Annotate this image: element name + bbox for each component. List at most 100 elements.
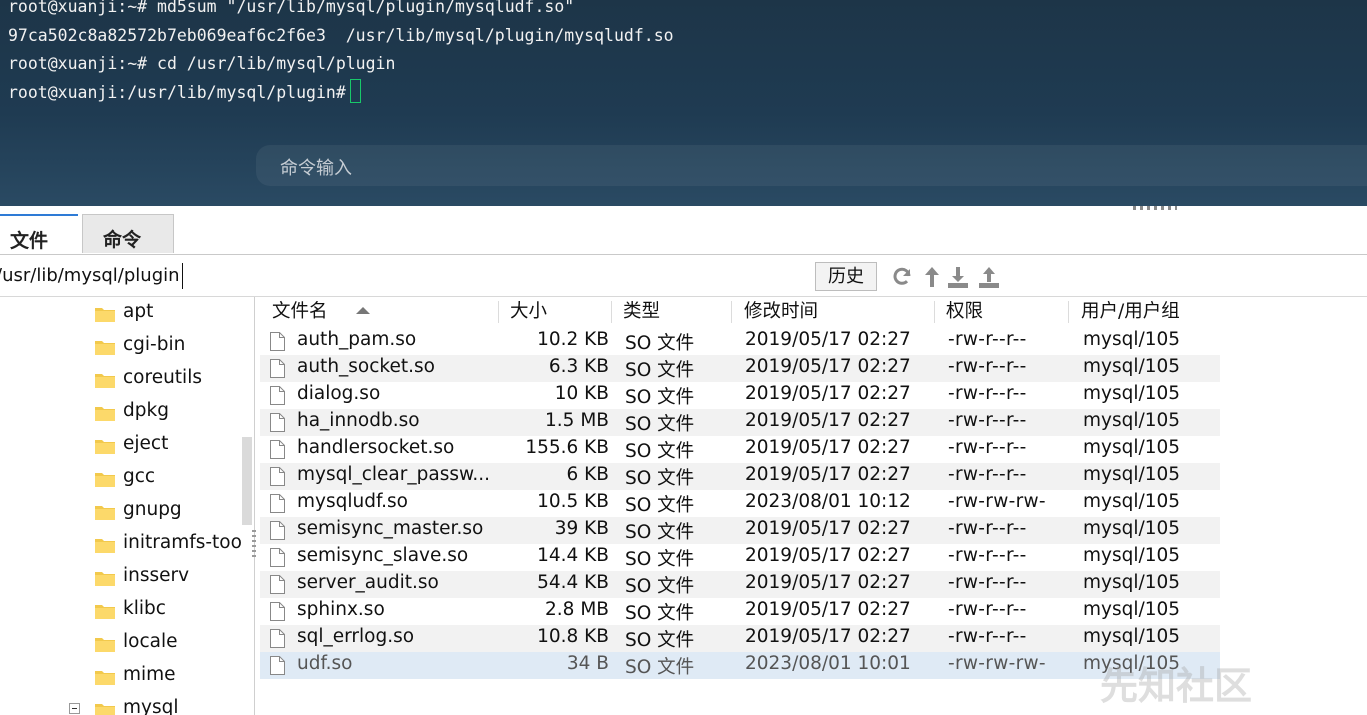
file-permissions-cell: -rw-r--r-- [948, 437, 1027, 458]
column-divider[interactable] [611, 301, 612, 323]
file-type-cell: SO 文件 [625, 522, 695, 543]
up-directory-icon[interactable] [920, 265, 944, 289]
file-permissions-cell: -rw-r--r-- [948, 329, 1027, 350]
file-icon [270, 359, 285, 378]
file-type-cell: SO 文件 [625, 414, 695, 435]
path-bar: /usr/lib/mysql/plugin 历史 [0, 255, 1367, 297]
file-permissions-cell: -rw-r--r-- [948, 572, 1027, 593]
file-row[interactable]: udf.so 34 B SO 文件 2023/08/01 10:01 -rw-rw-rw… [260, 652, 1220, 679]
tree-item-label: gcc [123, 466, 156, 487]
path-input[interactable]: /usr/lib/mysql/plugin [0, 263, 183, 289]
column-divider[interactable] [498, 301, 499, 323]
file-icon [270, 413, 285, 432]
column-header-modified[interactable]: 修改时间 [744, 297, 818, 327]
file-permissions-cell: -rw-rw-rw- [948, 491, 1046, 512]
file-row[interactable]: dialog.so 10 KB SO 文件 2019/05/17 02:27 -rw-r… [260, 382, 1220, 409]
file-modified-cell: 2019/05/17 02:27 [745, 518, 911, 539]
file-icon [270, 521, 285, 540]
tree-item-label: initramfs-too [123, 532, 242, 553]
folder-icon [95, 341, 115, 355]
download-icon[interactable] [946, 265, 970, 289]
file-list[interactable]: 文件名 大小 类型 修改时间 权限 用户/用户组 auth_pam.so 10.2… [260, 297, 1367, 715]
file-name-cell: server_audit.so [297, 572, 439, 593]
file-owner-cell: mysql/105 [1083, 491, 1181, 512]
folder-icon [95, 539, 115, 553]
terminal-prompt-line: root@xuanji:/usr/lib/mysql/plugin# [8, 78, 674, 108]
file-permissions-cell: -rw-r--r-- [948, 383, 1027, 404]
tree-item-label: dpkg [123, 400, 169, 421]
file-row[interactable]: mysqludf.so 10.5 KB SO 文件 2023/08/01 10:12 -… [260, 490, 1220, 517]
file-row[interactable]: auth_pam.so 10.2 KB SO 文件 2019/05/17 02:27 -… [260, 328, 1220, 355]
file-name-cell: auth_pam.so [297, 329, 417, 350]
file-permissions-cell: -rw-r--r-- [948, 545, 1027, 566]
upload-icon[interactable] [977, 265, 1001, 289]
file-size-cell: 10.5 KB [537, 491, 609, 512]
file-name-cell: sql_errlog.so [297, 626, 415, 647]
file-icon [270, 467, 285, 486]
file-owner-cell: mysql/105 [1083, 545, 1181, 566]
file-type-cell: SO 文件 [625, 576, 695, 597]
column-header-size[interactable]: 大小 [510, 297, 547, 327]
file-size-cell: 6.3 KB [548, 356, 609, 377]
terminal-cursor [349, 78, 361, 103]
file-row[interactable]: sql_errlog.so 10.8 KB SO 文件 2019/05/17 02:2… [260, 625, 1220, 652]
file-owner-cell: mysql/105 [1083, 518, 1181, 539]
file-icon [270, 440, 285, 459]
sort-ascending-icon [356, 307, 370, 314]
tab-commands[interactable]: 命令 [82, 214, 174, 253]
file-modified-cell: 2019/05/17 02:27 [745, 572, 911, 593]
file-type-cell: SO 文件 [625, 387, 695, 408]
file-row[interactable]: handlersocket.so 155.6 KB SO 文件 2019/05/17 … [260, 436, 1220, 463]
tree-item-label: mysql [123, 697, 179, 715]
file-modified-cell: 2023/08/01 10:12 [745, 491, 911, 512]
refresh-icon[interactable] [890, 265, 914, 289]
column-header-owner[interactable]: 用户/用户组 [1081, 297, 1180, 327]
column-header-permissions[interactable]: 权限 [946, 297, 983, 327]
tab-files[interactable]: 文件 [0, 214, 78, 253]
file-icon [270, 386, 285, 405]
folder-icon [95, 605, 115, 619]
file-name-cell: handlersocket.so [297, 437, 455, 458]
command-input[interactable]: 命令输入 [256, 145, 1367, 186]
file-row[interactable]: semisync_master.so 39 KB SO 文件 2019/05/17 0… [260, 517, 1220, 544]
terminal-prompt: root@xuanji:/usr/lib/mysql/plugin# [8, 82, 346, 102]
file-icon [270, 332, 285, 351]
column-header-name[interactable]: 文件名 [272, 297, 370, 327]
collapse-icon[interactable] [69, 703, 80, 714]
file-modified-cell: 2023/08/01 10:01 [745, 653, 911, 674]
file-type-cell: SO 文件 [625, 603, 695, 624]
terminal-line: 97ca502c8a82572b7eb069eaf6c2f6e3 /usr/li… [8, 25, 674, 45]
tree-item-label: mime [123, 664, 176, 685]
file-icon [270, 548, 285, 567]
file-row[interactable]: ha_innodb.so 1.5 MB SO 文件 2019/05/17 02:27 -… [260, 409, 1220, 436]
file-owner-cell: mysql/105 [1083, 356, 1181, 377]
folder-icon [95, 374, 115, 388]
file-size-cell: 39 KB [554, 518, 609, 539]
file-type-cell: SO 文件 [625, 468, 695, 489]
column-divider[interactable] [934, 301, 935, 323]
column-divider[interactable] [1068, 301, 1069, 323]
file-row[interactable]: mysql_clear_passw... 6 KB SO 文件 2019/05/17 … [260, 463, 1220, 490]
file-row[interactable]: auth_socket.so 6.3 KB SO 文件 2019/05/17 02:2… [260, 355, 1220, 382]
tree-item-label: insserv [123, 565, 190, 586]
file-name-cell: semisync_master.so [297, 518, 484, 539]
column-divider[interactable] [731, 301, 732, 323]
tree-item-label: cgi-bin [123, 334, 186, 355]
file-size-cell: 10.8 KB [537, 626, 609, 647]
terminal-panel[interactable]: root@xuanji:~# md5sum "/usr/lib/mysql/pl… [0, 0, 1367, 206]
file-row[interactable]: sphinx.so 2.8 MB SO 文件 2019/05/17 02:27 -rw-… [260, 598, 1220, 625]
tree-scrollbar[interactable] [242, 437, 252, 525]
file-modified-cell: 2019/05/17 02:27 [745, 545, 911, 566]
file-icon [270, 656, 285, 675]
directory-tree[interactable]: apt cgi-bin coreutils dpkg eject gcc gnu… [0, 297, 255, 715]
file-type-cell: SO 文件 [625, 657, 695, 678]
column-header-type[interactable]: 类型 [623, 297, 660, 327]
file-size-cell: 10 KB [554, 383, 609, 404]
file-row[interactable]: server_audit.so 54.4 KB SO 文件 2019/05/17 02… [260, 571, 1220, 598]
history-button[interactable]: 历史 [815, 262, 877, 291]
file-owner-cell: mysql/105 [1083, 572, 1181, 593]
file-row[interactable]: semisync_slave.so 14.4 KB SO 文件 2019/05/17 … [260, 544, 1220, 571]
file-permissions-cell: -rw-r--r-- [948, 356, 1027, 377]
file-size-cell: 2.8 MB [545, 599, 609, 620]
splitter-handle[interactable] [252, 530, 256, 560]
